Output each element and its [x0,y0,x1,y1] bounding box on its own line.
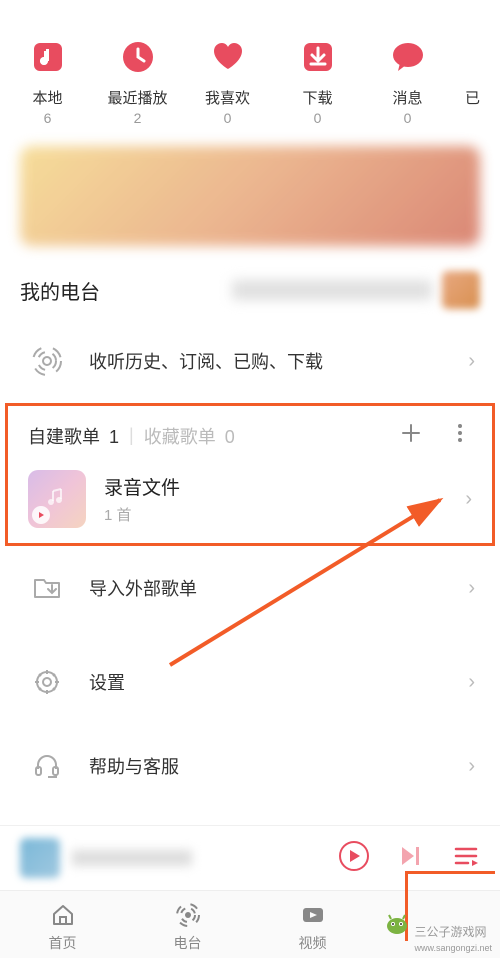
row-label: 帮助与客服 [89,753,468,779]
row-label: 设置 [89,669,468,695]
broadcast-icon [25,339,69,383]
message-icon [386,35,430,79]
tab-label: 自建歌单 [28,427,100,447]
chevron-right-icon: › [465,488,472,511]
play-button[interactable] [338,840,370,877]
nav-label: 视频 [299,933,327,953]
chevron-right-icon: › [468,755,475,778]
playlist-highlight-box: 自建歌单 1 | 收藏歌单 0 [5,403,495,546]
quick-label: 最近播放 [107,87,167,108]
tab-count: 1 [109,427,119,447]
tab-fav-playlist[interactable]: 收藏歌单 0 [144,423,235,449]
play-badge-icon [32,506,50,524]
quick-label: 下载 [302,87,332,108]
playlist-queue-button[interactable] [452,842,480,875]
row-label: 收听历史、订阅、已购、下载 [89,348,468,374]
quick-item-favorite[interactable]: 我喜欢 0 [195,35,260,126]
chevron-right-icon: › [468,350,475,373]
listen-history-row[interactable]: 收听历史、订阅、已购、下载 › [0,319,500,403]
playlist-name: 录音文件 [104,473,465,500]
quick-menu: 本地 6 最近播放 2 我喜欢 0 下载 0 [0,0,500,146]
row-label: 导入外部歌单 [89,575,468,601]
chevron-right-icon: › [468,671,475,694]
playlist-tabs: 自建歌单 1 | 收藏歌单 0 [8,406,492,460]
radio-icon [174,901,202,929]
nav-video[interactable]: 视频 [250,901,375,953]
nav-home[interactable]: 首页 [0,901,125,953]
my-radio-header: 我的电台 [0,266,500,319]
clock-icon [116,35,160,79]
now-playing-thumbnail [20,838,60,878]
mascot-icon [384,910,410,936]
quick-label: 我喜欢 [205,87,250,108]
more-vertical-icon[interactable] [448,421,472,450]
heart-icon [206,35,250,79]
quick-count: 0 [314,110,322,126]
avatar[interactable] [442,271,480,309]
now-playing-title [72,850,192,866]
quick-count: 6 [44,110,52,126]
settings-row[interactable]: 设置 › [0,630,500,724]
quick-item-recent[interactable]: 最近播放 2 [105,35,170,126]
chevron-right-icon: › [468,577,475,600]
playlist-thumbnail [28,470,86,528]
watermark: 三公子游戏网 www.sangongzi.net [414,923,492,954]
quick-item-download[interactable]: 下载 0 [285,35,350,126]
download-icon [296,35,340,79]
divider: | [129,425,134,446]
headset-icon [25,744,69,788]
quick-item-local[interactable]: 本地 6 [15,35,80,126]
tab-label: 收藏歌单 [144,427,216,447]
music-note-icon [26,35,70,79]
help-row[interactable]: 帮助与客服 › [0,724,500,808]
quick-item-partial[interactable]: 已 [465,35,485,126]
quick-label: 本地 [32,87,62,108]
gear-icon [25,660,69,704]
playlist-item[interactable]: 录音文件 1 首 › [8,460,492,538]
plus-icon[interactable] [399,421,423,450]
blurred-text [232,280,432,300]
nav-label: 首页 [49,933,77,953]
tab-count: 0 [225,427,235,447]
import-playlist-row[interactable]: 导入外部歌单 › [0,546,500,630]
video-icon [299,901,327,929]
quick-item-message[interactable]: 消息 0 [375,35,440,126]
promo-banner[interactable] [20,146,480,246]
quick-label: 已 [465,87,480,108]
quick-count: 0 [404,110,412,126]
quick-label: 消息 [392,87,422,108]
next-button[interactable] [398,843,424,874]
nav-label: 电台 [174,933,202,953]
quick-count: 0 [224,110,232,126]
tab-own-playlist[interactable]: 自建歌单 1 [28,423,119,449]
folder-import-icon [25,566,69,610]
home-icon [49,901,77,929]
nav-radio[interactable]: 电台 [125,901,250,953]
section-title: 我的电台 [20,276,232,305]
quick-count: 2 [134,110,142,126]
playlist-count: 1 首 [104,504,465,525]
